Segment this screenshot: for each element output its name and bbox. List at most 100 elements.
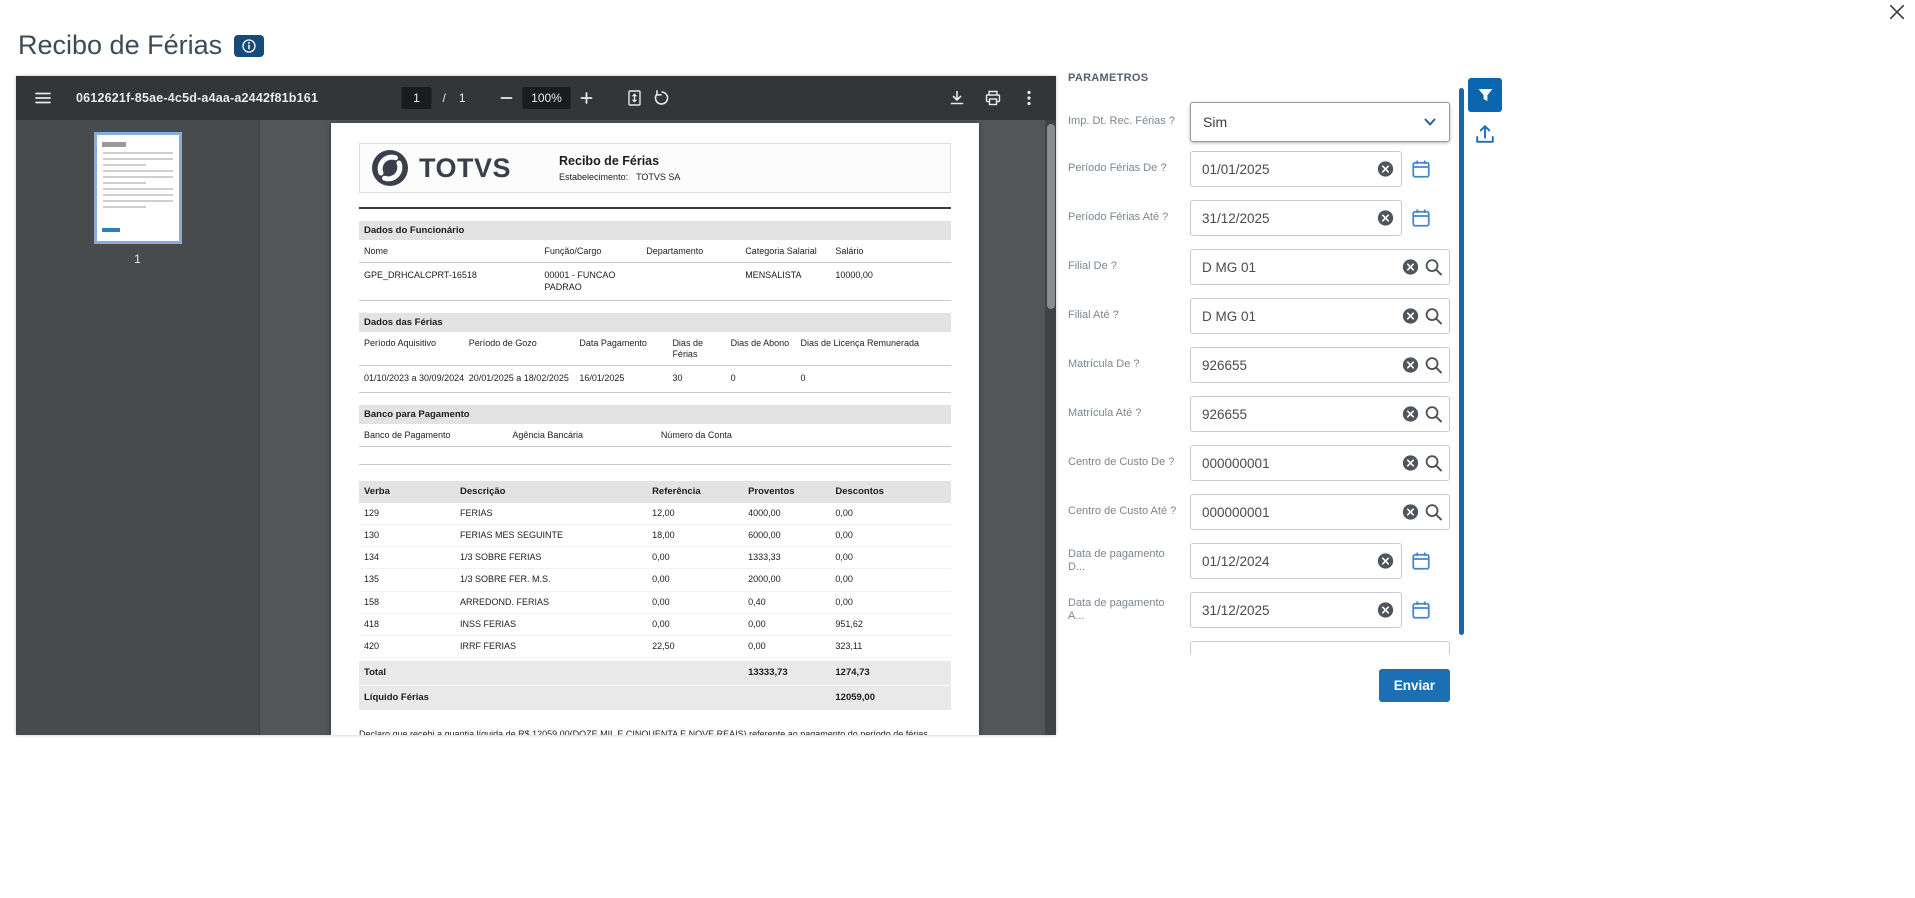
param-row-imp-dt-rec-ferias: Imp. Dt. Rec. Férias ? Sim	[1068, 102, 1450, 142]
establishment-label: Estabelecimento:	[559, 172, 629, 182]
filter-button[interactable]	[1468, 78, 1502, 112]
item-cell: 134	[364, 552, 380, 563]
liquid-label: Líquido Férias	[364, 692, 429, 704]
close-icon[interactable]	[1889, 4, 1905, 20]
items-header-row: Verba Descrição Referência Proventos Des…	[359, 480, 951, 503]
thumbnail-page-number: 1	[134, 252, 141, 266]
clear-icon[interactable]	[1377, 210, 1394, 227]
export-button[interactable]	[1473, 122, 1497, 146]
item-cell: 0,00	[748, 618, 766, 629]
cell-dias-licenca: 0	[800, 373, 806, 384]
print-icon[interactable]	[984, 89, 1002, 107]
item-cell: 0,00	[652, 574, 670, 585]
param-row-periodo-ferias-ate: Período Férias Até ?	[1068, 200, 1450, 236]
item-cell: ARREDOND. FERIAS	[460, 596, 550, 607]
zoom-in-icon[interactable]	[580, 91, 594, 105]
clear-icon[interactable]	[1402, 308, 1419, 325]
param-label: Filial Até ?	[1068, 309, 1119, 322]
cell-agencia	[512, 454, 660, 457]
clear-icon[interactable]	[1402, 504, 1419, 521]
section-bank-title: Banco para Pagamento	[359, 404, 951, 424]
fit-page-icon[interactable]	[626, 89, 644, 107]
calendar-icon[interactable]	[1411, 208, 1431, 228]
item-cell: 22,50	[652, 641, 675, 652]
periodo-ferias-ate-input[interactable]	[1190, 200, 1402, 236]
item-cell: 129	[364, 507, 380, 518]
clear-icon[interactable]	[1377, 553, 1394, 570]
param-row-data-pagamento-de: Data de pagamento D...	[1068, 543, 1450, 579]
search-icon[interactable]	[1424, 503, 1443, 522]
calendar-icon[interactable]	[1411, 600, 1431, 620]
pdf-toolbar: 0612621f-85ae-4c5d-a4aa-a2442f81b161 1 /…	[16, 76, 1056, 120]
item-cell: INSS FERIAS	[460, 618, 517, 629]
pdf-viewer: 0612621f-85ae-4c5d-a4aa-a2442f81b161 1 /…	[16, 76, 1056, 735]
search-icon[interactable]	[1424, 258, 1443, 277]
clear-icon[interactable]	[1402, 357, 1419, 374]
clear-icon[interactable]	[1402, 406, 1419, 423]
search-icon[interactable]	[1424, 454, 1443, 473]
clear-icon[interactable]	[1402, 259, 1419, 276]
item-cell: FERIAS	[460, 507, 493, 518]
param-row-matricula-ate: Matrícula Até ?	[1068, 396, 1450, 432]
calendar-icon[interactable]	[1411, 159, 1431, 179]
param-row-data-pagamento-ate: Data de pagamento A...	[1068, 592, 1450, 628]
bank-header-row: Banco de Pagamento Agência Bancária Núme…	[359, 424, 951, 447]
cell-departamento	[646, 270, 745, 293]
col-header: Nome	[364, 246, 389, 256]
cell-dias-ferias: 30	[672, 373, 683, 384]
col-header: Categoria Salarial	[745, 246, 817, 256]
enviar-button[interactable]: Enviar	[1378, 669, 1450, 702]
more-options-icon[interactable]	[1020, 89, 1038, 107]
param-input-partial[interactable]	[1190, 641, 1450, 655]
parameters-scrollbar[interactable]	[1459, 88, 1464, 635]
item-cell: 0,00	[835, 507, 853, 518]
col-header: Agência Bancária	[512, 429, 583, 440]
periodo-ferias-de-input[interactable]	[1190, 151, 1402, 187]
zoom-out-icon[interactable]	[500, 91, 514, 105]
param-label: Imp. Dt. Rec. Férias ?	[1068, 115, 1175, 128]
imp-dt-rec-ferias-select[interactable]: Sim	[1190, 102, 1450, 142]
cell-nome: GPE_DRHCALCPRT-16518	[364, 270, 477, 281]
search-icon[interactable]	[1424, 405, 1443, 424]
param-row-matricula-de: Matrícula De ?	[1068, 347, 1450, 383]
search-icon[interactable]	[1424, 307, 1443, 326]
item-cell: 951,62	[835, 618, 863, 629]
pdf-canvas-area: TOTVS Recibo de Férias Estabelecimento: T…	[260, 120, 1056, 735]
scrollbar-thumb[interactable]	[1047, 124, 1055, 309]
param-row-filial-de: Filial De ?	[1068, 249, 1450, 285]
table-row: 134 1/3 SOBRE FERIAS 0,00 1333,33 0,00	[359, 547, 951, 570]
liquid-row: Líquido Férias 12059,00	[359, 686, 951, 711]
section-vacation-title: Dados das Férias	[359, 312, 951, 332]
item-cell: 1/3 SOBRE FER. M.S.	[460, 574, 551, 585]
employee-header-row: Nome Função/Cargo Departamento Categoria…	[359, 240, 951, 264]
param-row-periodo-ferias-de: Período Férias De ?	[1068, 151, 1450, 187]
clear-icon[interactable]	[1377, 602, 1394, 619]
data-pagamento-de-input[interactable]	[1190, 543, 1402, 579]
item-cell: 0,00	[835, 596, 853, 607]
col-header: Número da Conta	[660, 429, 732, 440]
data-pagamento-ate-input[interactable]	[1190, 592, 1402, 628]
rotate-icon[interactable]	[653, 89, 671, 107]
page-total: 1	[458, 91, 466, 105]
col-header: Descontos	[835, 485, 884, 497]
info-icon[interactable]	[234, 34, 265, 57]
employee-value-row: GPE_DRHCALCPRT-16518 00001 - FUNCAO PADR…	[359, 263, 951, 301]
calendar-icon[interactable]	[1411, 551, 1431, 571]
total-descontos: 1274,73	[835, 667, 870, 679]
param-row-filial-ate: Filial Até ?	[1068, 298, 1450, 334]
item-cell: IRRF FERIAS	[460, 641, 517, 652]
pdf-vertical-scrollbar[interactable]	[1045, 120, 1056, 735]
table-row: 129 FERIAS 12,00 4000,00 0,00	[359, 503, 951, 525]
menu-icon[interactable]	[34, 89, 52, 107]
filter-icon	[1478, 88, 1492, 101]
search-icon[interactable]	[1424, 356, 1443, 375]
cell-data-pagamento: 16/01/2025	[579, 373, 625, 384]
clear-icon[interactable]	[1402, 455, 1419, 472]
table-row: 418 INSS FERIAS 0,00 0,00 951,62	[359, 614, 951, 637]
download-icon[interactable]	[948, 89, 966, 107]
page-thumbnail[interactable]	[93, 132, 182, 244]
col-header: Departamento	[646, 246, 704, 256]
clear-icon[interactable]	[1377, 161, 1394, 178]
liquid-value: 12059,00	[835, 692, 875, 704]
page-number-input[interactable]: 1	[401, 87, 432, 109]
